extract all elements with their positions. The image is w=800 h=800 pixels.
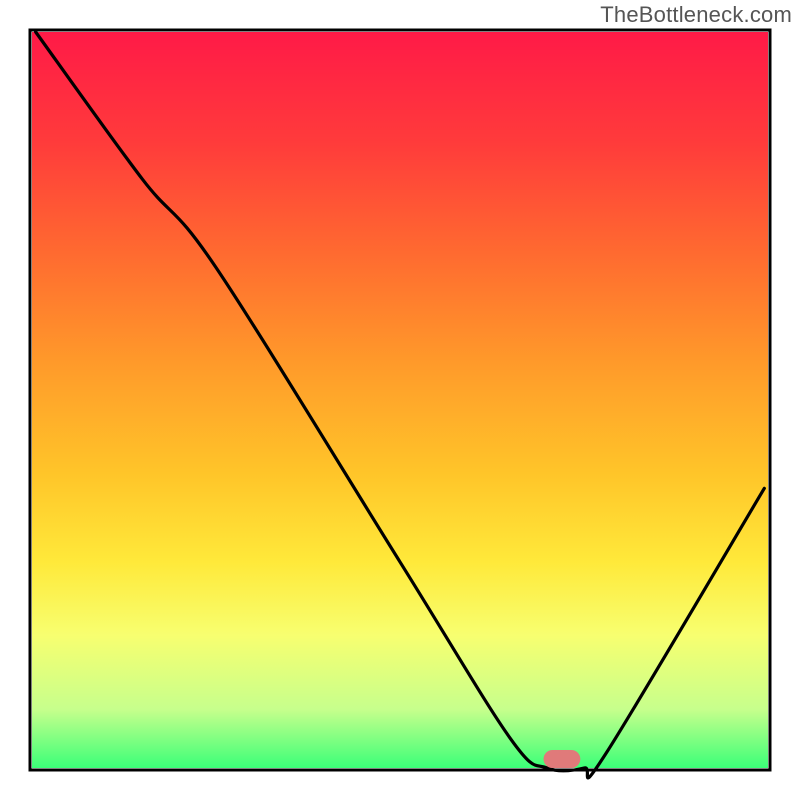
watermark-text: TheBottleneck.com (600, 2, 792, 28)
chart-container: TheBottleneck.com (0, 0, 800, 800)
optimal-marker (544, 750, 581, 768)
gradient-background (32, 32, 768, 768)
bottleneck-chart (0, 0, 800, 800)
